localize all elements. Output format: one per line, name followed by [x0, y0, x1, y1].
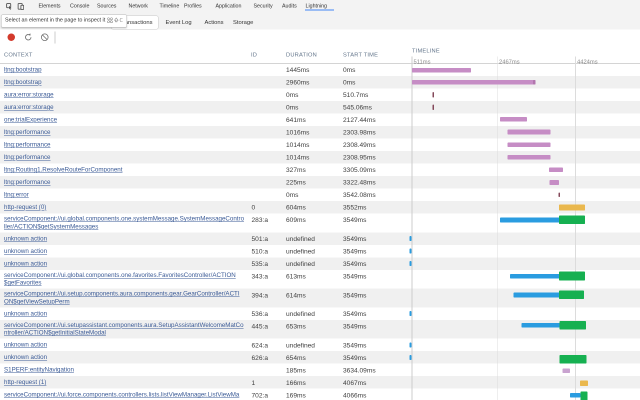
svg-text:C: C — [120, 18, 123, 24]
